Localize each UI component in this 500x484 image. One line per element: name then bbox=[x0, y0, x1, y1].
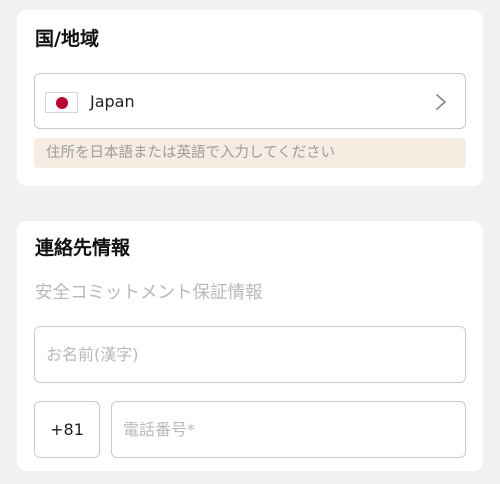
region-section-title: 国/地域 bbox=[35, 28, 99, 50]
security-commitment-subtitle: 安全コミットメント保証情報 bbox=[35, 283, 263, 303]
country-code-select[interactable]: +81 bbox=[34, 401, 100, 458]
contact-card: 連絡先情報 安全コミットメント保証情報 お名前(漢字) +81 電話番号* bbox=[17, 221, 483, 471]
country-code-value: +81 bbox=[50, 420, 84, 439]
japan-flag-icon bbox=[45, 92, 78, 113]
region-card: 国/地域 Japan 住所を日本語または英語で入力してください bbox=[17, 10, 483, 186]
name-kanji-input[interactable]: お名前(漢字) bbox=[34, 326, 466, 383]
chevron-right-icon bbox=[436, 94, 446, 110]
phone-number-input[interactable]: 電話番号* bbox=[111, 401, 466, 458]
flag-red-disc bbox=[55, 96, 68, 109]
country-select[interactable]: Japan bbox=[34, 73, 466, 129]
name-kanji-placeholder: お名前(漢字) bbox=[46, 345, 139, 364]
contact-section-title: 連絡先情報 bbox=[35, 237, 131, 259]
address-language-notice: 住所を日本語または英語で入力してください bbox=[34, 138, 466, 168]
country-name: Japan bbox=[90, 92, 135, 111]
phone-number-placeholder: 電話番号* bbox=[123, 420, 196, 439]
